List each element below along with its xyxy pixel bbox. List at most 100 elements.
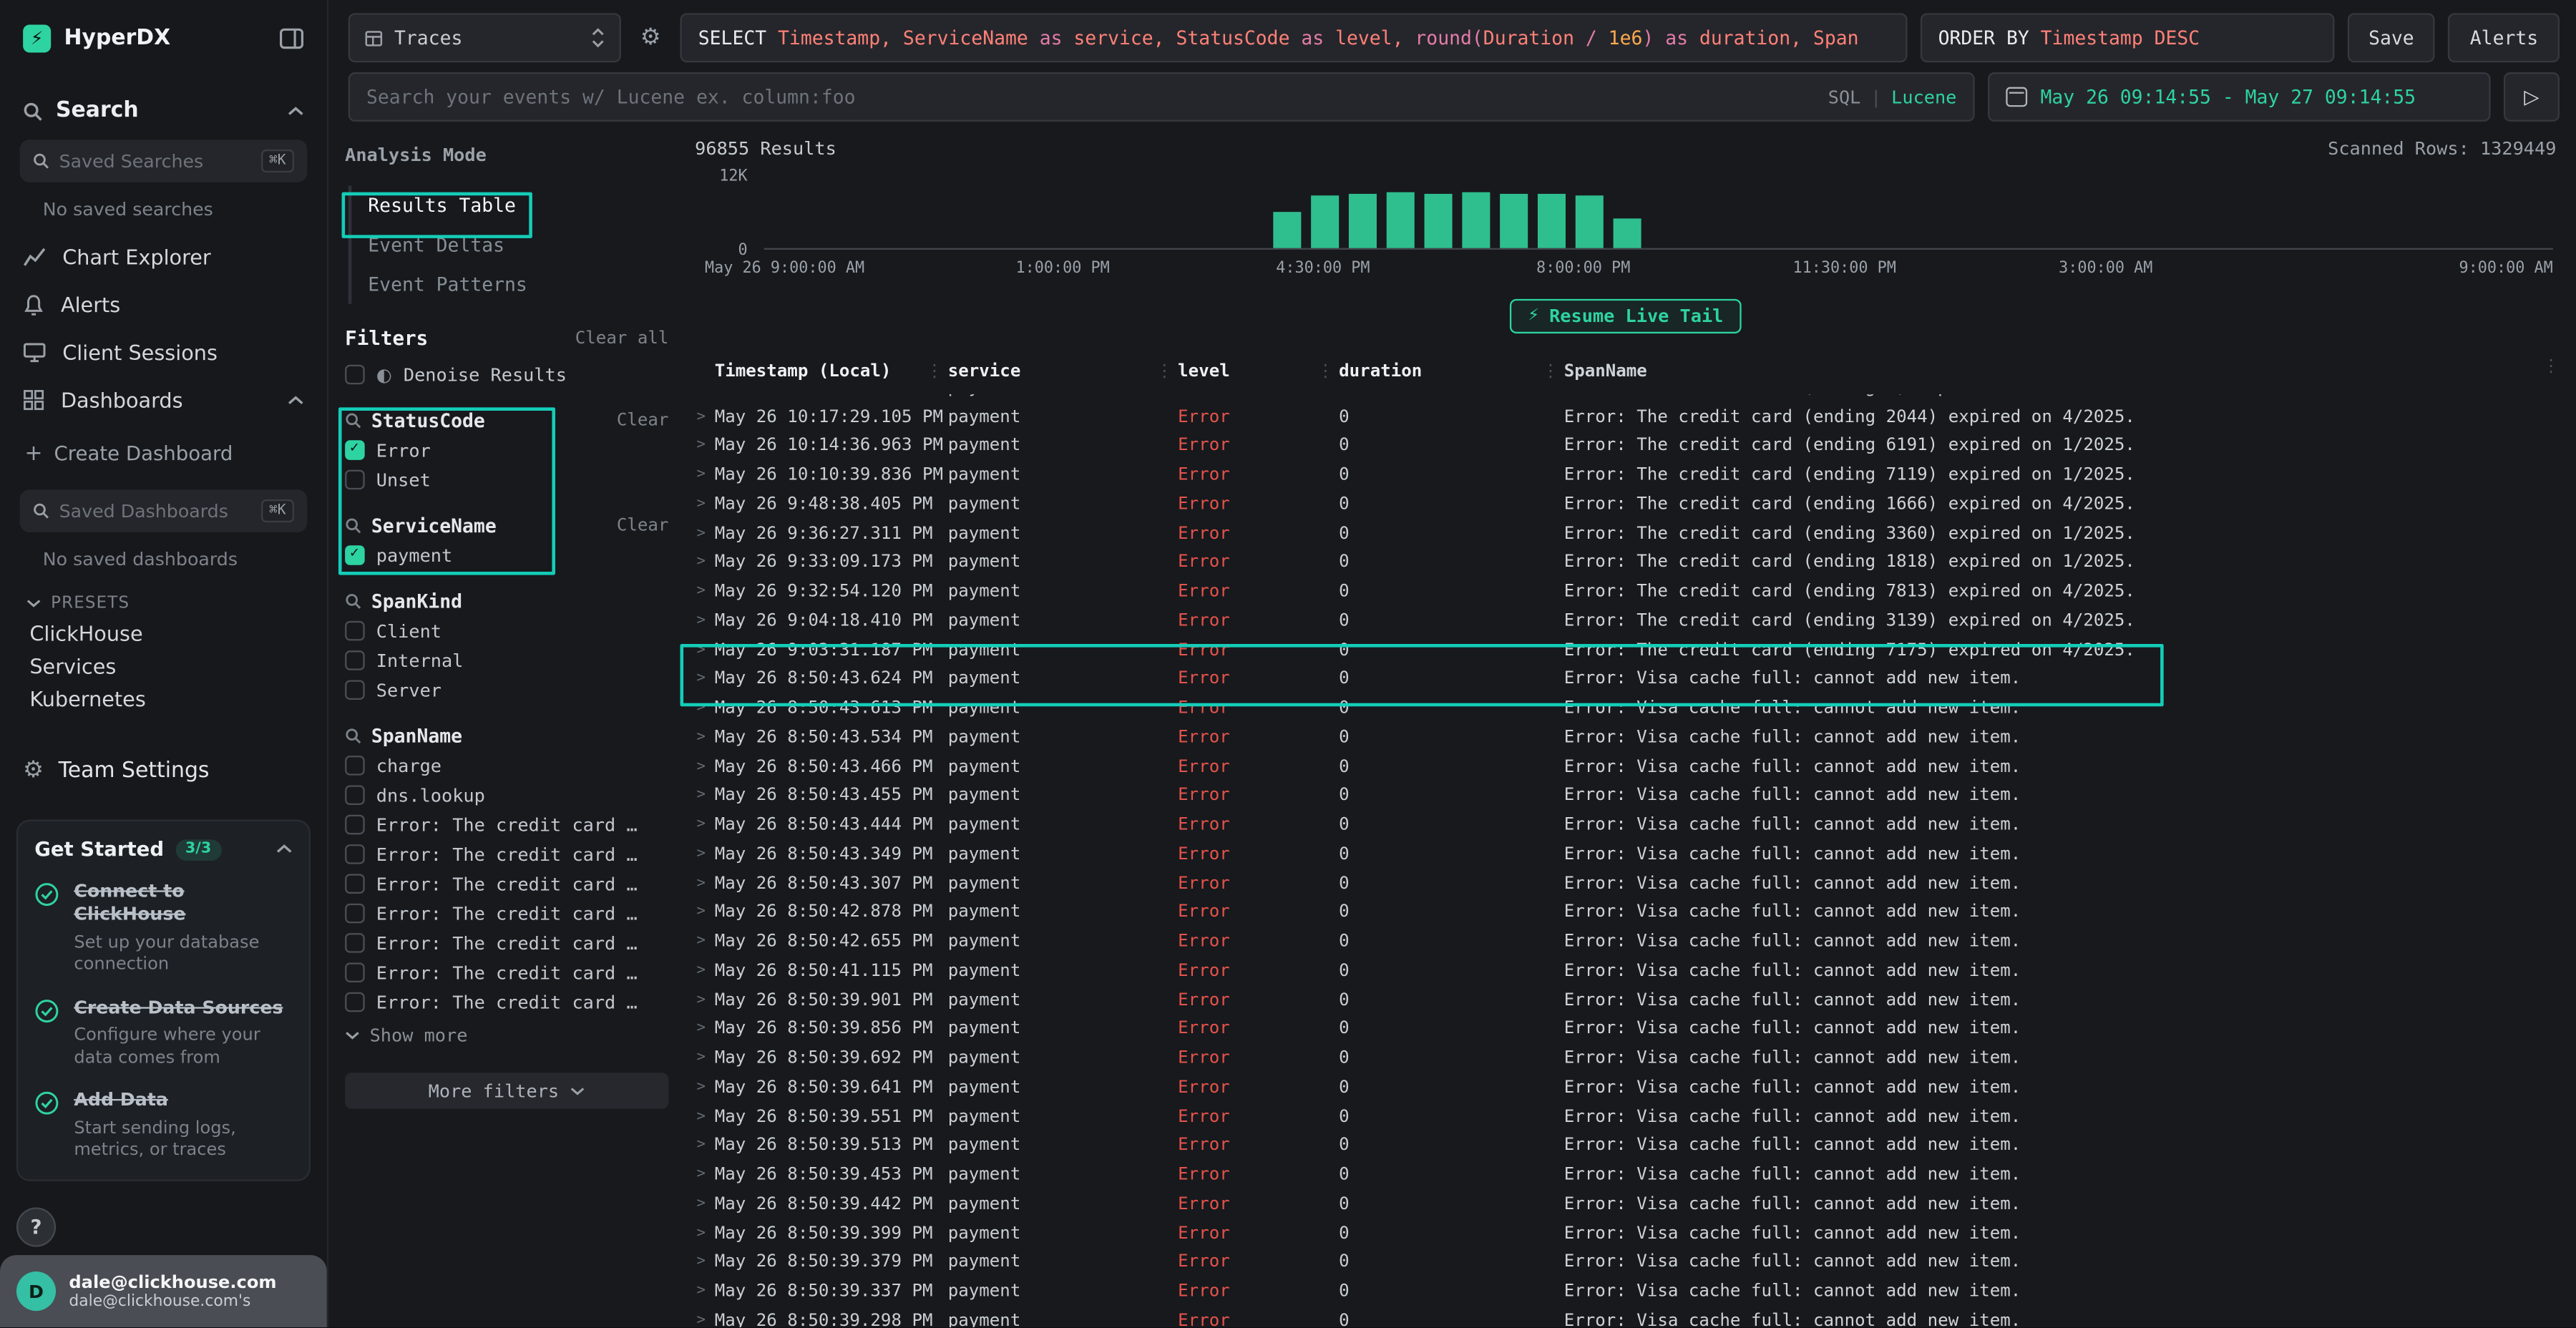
sql-toggle[interactable]: SQL (1828, 87, 1861, 108)
row-expand-icon[interactable]: > (688, 642, 715, 658)
col-level[interactable]: level (1178, 361, 1339, 381)
row-expand-icon[interactable]: > (688, 467, 715, 483)
col-duration[interactable]: duration (1339, 361, 1564, 381)
checkbox[interactable] (345, 650, 365, 670)
row-expand-icon[interactable]: > (688, 555, 715, 571)
saved-dashboards-input[interactable] (59, 500, 251, 522)
get-started-step[interactable]: Connect to ClickHouse Set up your databa… (34, 881, 292, 977)
table-row[interactable]: >May 26 9:32:54.120 PMpaymentError0Error… (688, 577, 2563, 606)
sidebar-item-services[interactable]: Services (0, 649, 327, 682)
user-menu[interactable]: D dale@clickhouse.com dale@clickhouse.co… (0, 1255, 327, 1327)
table-row[interactable]: >May 26 8:50:39.641 PMpaymentError0Error… (688, 1073, 2563, 1102)
table-row[interactable]: >May 26 8:50:41.115 PMpaymentError0Error… (688, 956, 2563, 985)
saved-searches-input[interactable] (59, 150, 251, 172)
row-expand-icon[interactable]: > (688, 525, 715, 542)
event-search-input[interactable] (366, 85, 1815, 108)
clear-all-button[interactable]: Clear all (575, 328, 669, 348)
row-expand-icon[interactable]: > (688, 583, 715, 600)
checkbox[interactable] (345, 680, 365, 700)
col-timestamp[interactable]: Timestamp (Local) (715, 361, 948, 381)
checkbox[interactable] (345, 992, 365, 1012)
clear-filter-button[interactable]: Clear (617, 411, 669, 431)
checkbox[interactable] (345, 844, 365, 864)
checkbox[interactable] (345, 756, 365, 776)
checkbox[interactable] (345, 962, 365, 982)
row-expand-icon[interactable]: > (688, 875, 715, 892)
col-service[interactable]: service (948, 361, 1178, 381)
sidebar-item-client-sessions[interactable]: Client Sessions (0, 328, 327, 376)
table-row[interactable]: >May 26 8:50:39.337 PMpaymentError0Error… (688, 1276, 2563, 1306)
row-expand-icon[interactable]: > (688, 1312, 715, 1327)
chevron-up-icon[interactable] (288, 106, 304, 116)
table-row[interactable]: >May 26 8:50:43.624 PMpaymentError0Error… (688, 665, 2563, 694)
sidebar-item-alerts[interactable]: Alerts (0, 281, 327, 329)
table-row[interactable]: >May 26 10:10:39.836 PMpaymentError0Erro… (688, 460, 2563, 489)
row-expand-icon[interactable]: > (688, 671, 715, 688)
table-row[interactable]: >May 26 9:48:38.405 PMpaymentError0Error… (688, 489, 2563, 519)
table-row[interactable]: >May 26 8:50:42.878 PMpaymentError0Error… (688, 898, 2563, 927)
show-more-button[interactable]: Show more (345, 1020, 668, 1050)
collapse-sidebar-icon[interactable] (279, 27, 303, 49)
help-button[interactable]: ? (16, 1207, 56, 1246)
alerts-button[interactable]: Alerts (2449, 13, 2560, 62)
row-expand-icon[interactable]: > (688, 1021, 715, 1038)
row-expand-icon[interactable]: > (688, 1254, 715, 1271)
table-row[interactable]: >May 26 10:14:36.963 PMpaymentError0Erro… (688, 431, 2563, 461)
row-expand-icon[interactable]: > (688, 933, 715, 949)
date-range-picker[interactable]: May 26 09:14:55 - May 27 09:14:55 (1988, 72, 2491, 122)
row-expand-icon[interactable]: > (688, 700, 715, 716)
checkbox[interactable] (345, 815, 365, 835)
order-by-box[interactable]: ORDER BY Timestamp DESC (1920, 13, 2334, 62)
table-row[interactable]: >May 26 8:50:43.349 PMpaymentError0Error… (688, 839, 2563, 869)
lucene-toggle[interactable]: Lucene (1891, 87, 1956, 108)
row-expand-icon[interactable]: > (688, 1050, 715, 1066)
clear-filter-button[interactable]: Clear (617, 516, 669, 536)
table-row[interactable]: >May 26 8:50:39.379 PMpaymentError0Error… (688, 1248, 2563, 1277)
filter-option[interactable]: Client (345, 616, 668, 645)
checkbox[interactable] (345, 904, 365, 924)
checkbox[interactable] (345, 545, 365, 565)
col-spanname[interactable]: SpanName (1564, 361, 2563, 381)
row-expand-icon[interactable]: > (688, 409, 715, 425)
denoise-checkbox[interactable] (345, 365, 365, 385)
filter-option[interactable]: Error: The credit card … (345, 839, 668, 869)
table-row[interactable]: >May 26 9:33:09.173 PMpaymentError0Error… (688, 548, 2563, 577)
filter-option[interactable]: Internal (345, 645, 668, 675)
table-row[interactable]: >May 26 8:50:39.856 PMpaymentError0Error… (688, 1015, 2563, 1044)
filter-option[interactable]: Error: The credit card … (345, 987, 668, 1017)
table-row[interactable]: >paymentError0Error: The credit card (en… (688, 394, 2563, 402)
run-query-button[interactable]: ▷ (2504, 72, 2560, 122)
table-row[interactable]: >May 26 8:50:43.455 PMpaymentError0Error… (688, 781, 2563, 811)
chevron-up-icon[interactable] (276, 844, 293, 854)
get-started-step[interactable]: Add Data Start sending logs, metrics, or… (34, 1090, 292, 1163)
row-expand-icon[interactable]: > (688, 904, 715, 921)
sidebar-item-kubernetes[interactable]: Kubernetes (0, 682, 327, 715)
row-expand-icon[interactable]: > (688, 846, 715, 862)
mode-event-patterns[interactable]: Event Patterns (351, 265, 668, 304)
filter-option[interactable]: charge (345, 751, 668, 780)
get-started-header[interactable]: Get Started 3/3 (34, 838, 292, 861)
row-expand-icon[interactable]: > (688, 394, 715, 396)
checkbox[interactable] (345, 933, 365, 953)
save-button[interactable]: Save (2347, 13, 2435, 62)
checkbox[interactable] (345, 874, 365, 894)
sql-query-bar[interactable]: SELECT Timestamp, ServiceName as service… (680, 13, 1907, 62)
table-row[interactable]: >May 26 8:50:39.901 PMpaymentError0Error… (688, 985, 2563, 1015)
row-expand-icon[interactable]: > (688, 816, 715, 833)
denoise-results-option[interactable]: ◐ Denoise Results (345, 360, 668, 389)
checkbox[interactable] (345, 621, 365, 641)
table-row[interactable]: >May 26 9:03:31.187 PMpaymentError0Error… (688, 635, 2563, 665)
table-row[interactable]: >May 26 9:04:18.410 PMpaymentError0Error… (688, 606, 2563, 635)
row-expand-icon[interactable]: > (688, 496, 715, 512)
table-row[interactable]: >May 26 8:50:42.655 PMpaymentError0Error… (688, 927, 2563, 956)
row-expand-icon[interactable]: > (688, 1166, 715, 1183)
column-options-icon[interactable]: ⋮ (2542, 356, 2560, 376)
filter-option[interactable]: Error: The credit card … (345, 810, 668, 839)
filter-option[interactable]: Error: The credit card … (345, 899, 668, 928)
row-expand-icon[interactable]: > (688, 758, 715, 775)
table-row[interactable]: >May 26 8:50:39.453 PMpaymentError0Error… (688, 1160, 2563, 1189)
filter-option[interactable]: Error: The credit card … (345, 958, 668, 987)
row-expand-icon[interactable]: > (688, 1079, 715, 1095)
row-expand-icon[interactable]: > (688, 438, 715, 454)
search-section-header[interactable]: Search (0, 76, 327, 124)
